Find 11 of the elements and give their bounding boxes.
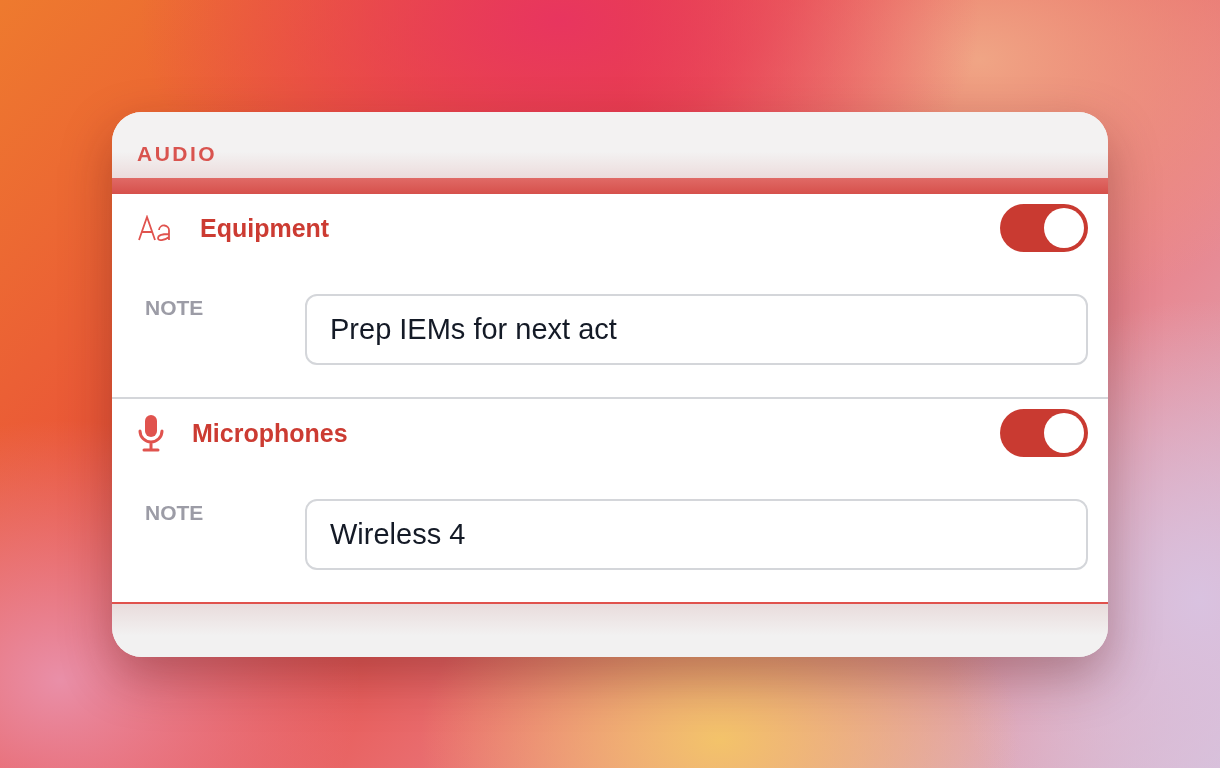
text-size-icon <box>138 215 172 241</box>
item-label: Equipment <box>200 213 331 243</box>
toggle-switch[interactable] <box>1000 409 1088 457</box>
item-label: Microphones <box>192 418 349 448</box>
note-field[interactable]: Wireless 4 <box>305 499 1088 570</box>
section-title: AUDIO <box>137 142 218 166</box>
note-label: NOTE <box>145 501 205 525</box>
note-field[interactable]: Prep IEMs for next act <box>305 294 1088 365</box>
microphone-icon <box>138 414 164 452</box>
note-label: NOTE <box>145 296 205 320</box>
toggle-switch[interactable] <box>1000 204 1088 252</box>
